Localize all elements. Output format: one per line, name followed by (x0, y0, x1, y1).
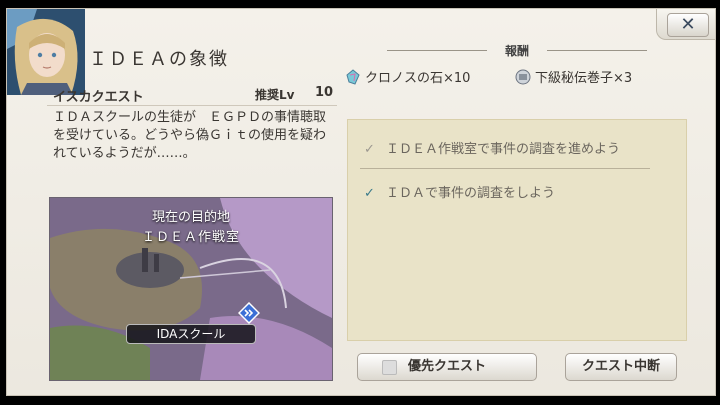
map-caption: 現在の目的地 (151, 210, 230, 225)
objective-item: ✓ ＩＤＥＡ作戦室で事件の調査を進めよう (364, 138, 620, 157)
quest-meta-row: イスカクエスト 推奨Lv 10 (47, 83, 337, 106)
map-location-label: IDAスクール (126, 324, 256, 344)
objective-divider (360, 168, 650, 169)
reward-item: 下級秘伝巻子×3 (515, 67, 632, 86)
suspend-quest-button[interactable]: クエスト中断 (565, 353, 677, 381)
reward-header: 報酬 (387, 42, 647, 60)
quest-title: ＩＤＥＡの象徴 (89, 49, 229, 70)
reward-item: クロノスの石×10 (345, 67, 470, 86)
destination-map[interactable]: 現在の目的地 ＩＤＥＡ作戦室 IDAスクール (49, 197, 333, 381)
scroll-icon (515, 69, 531, 85)
reward-item-label: クロノスの石×10 (365, 71, 471, 86)
priority-quest-label: 優先クエスト (407, 359, 486, 374)
recommended-level-label: 推奨Lv (255, 88, 295, 102)
reward-item-label: 下級秘伝巻子×3 (535, 71, 633, 86)
quest-type: イスカクエスト (53, 90, 144, 105)
close-button[interactable]: ✕ (667, 13, 709, 37)
recommended-level-value: 10 (315, 85, 334, 100)
quest-detail-panel: ✕ ＩＤＥＡの象徴 イスカクエスト 推奨Lv 10 ＩＤＡスクールの生徒が ＥＧ… (6, 8, 716, 396)
corner-tab: ✕ (656, 9, 715, 40)
quest-description: ＩＤＡスクールの生徒が ＥＧＰＤの事情聴取を受けている。どうやら偽Ｇｉｔの使用を… (53, 110, 327, 161)
chronos-stone-icon (345, 69, 361, 85)
objective-list: ✓ ＩＤＥＡ作戦室で事件の調査を進めよう ✓ ＩＤＡで事件の調査をしよう (347, 119, 687, 341)
objective-text: ＩＤＡで事件の調査をしよう (386, 186, 556, 201)
destination-marker-icon[interactable] (238, 302, 260, 324)
checkmark-icon: ✓ (364, 142, 375, 157)
priority-quest-button[interactable]: 優先クエスト (357, 353, 537, 381)
checkmark-icon: ✓ (364, 186, 375, 201)
priority-checkbox[interactable] (382, 360, 397, 375)
map-destination: ＩＤＥＡ作戦室 (141, 230, 240, 245)
objective-text: ＩＤＥＡ作戦室で事件の調査を進めよう (386, 142, 621, 157)
reward-divider-right (547, 50, 647, 51)
objective-item-current: ✓ ＩＤＡで事件の調査をしよう (364, 182, 555, 201)
